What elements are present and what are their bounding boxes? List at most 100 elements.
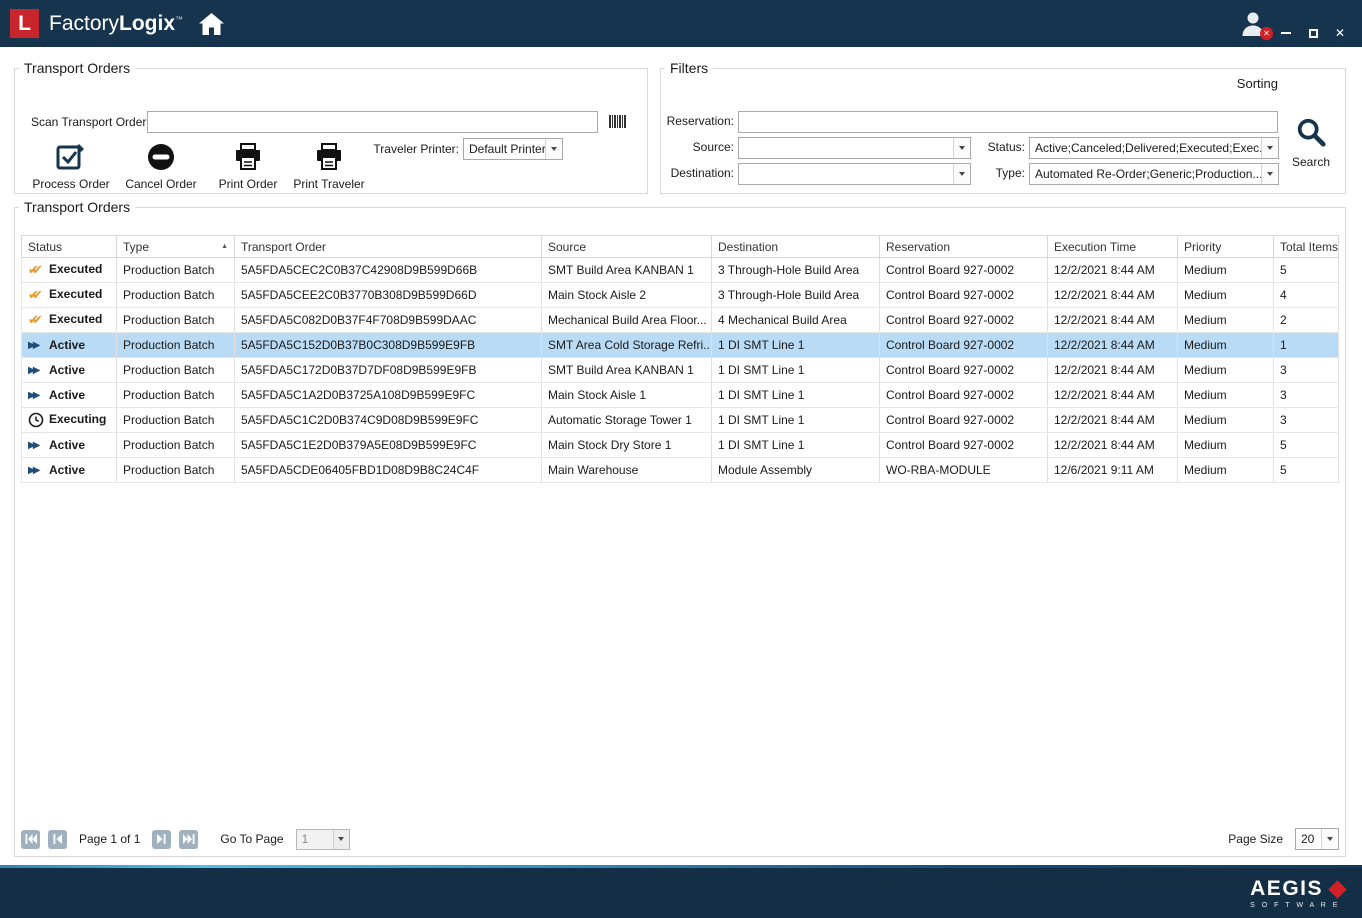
chevron-down-icon bbox=[959, 146, 965, 150]
chevron-down-icon bbox=[1267, 172, 1273, 176]
destination-label: Destination: bbox=[661, 166, 734, 180]
cell-type: Production Batch bbox=[117, 433, 235, 458]
goto-page-input[interactable] bbox=[297, 830, 333, 849]
cell-total-items: 1 bbox=[1274, 333, 1339, 358]
print-traveler-label: Print Traveler bbox=[285, 177, 373, 191]
cell-type: Production Batch bbox=[117, 408, 235, 433]
column-header-execution-time[interactable]: Execution Time bbox=[1048, 236, 1178, 258]
column-header-reservation[interactable]: Reservation bbox=[880, 236, 1048, 258]
logo-logix-text: Logix bbox=[119, 12, 175, 35]
source-label: Source: bbox=[661, 140, 734, 154]
column-header-transport-order[interactable]: Transport Order bbox=[235, 236, 542, 258]
maximize-icon bbox=[1309, 29, 1318, 38]
column-header-type[interactable]: Type▲ bbox=[117, 236, 235, 258]
cell-reservation: Control Board 927-0002 bbox=[880, 383, 1048, 408]
active-arrows-icon: ▶▶ bbox=[28, 340, 49, 351]
cell-total-items: 5 bbox=[1274, 258, 1339, 283]
goto-page-dropdown-button[interactable] bbox=[333, 830, 349, 849]
table-row[interactable]: ▶▶ActiveProduction Batch5A5FDA5C152D0B37… bbox=[22, 333, 1339, 358]
table-header: StatusType▲Transport OrderSourceDestinat… bbox=[22, 236, 1339, 258]
cell-total-items: 5 bbox=[1274, 458, 1339, 483]
table-row[interactable]: ExecutingProduction Batch5A5FDA5C1C2D0B3… bbox=[22, 408, 1339, 433]
cancel-order-button[interactable]: Cancel Order bbox=[117, 140, 205, 191]
sort-ascending-icon: ▲ bbox=[221, 243, 228, 250]
minimize-button[interactable] bbox=[1280, 27, 1292, 39]
cell-transport-order: 5A5FDA5C1C2D0B374C9D08D9B599E9FC bbox=[235, 408, 542, 433]
type-select[interactable]: Automated Re-Order;Generic;Production... bbox=[1029, 163, 1279, 185]
table-row[interactable]: ▶▶ActiveProduction Batch5A5FDA5C1A2D0B37… bbox=[22, 383, 1339, 408]
transport-orders-table-group: Transport Orders StatusType▲Transport Or… bbox=[14, 199, 1346, 857]
first-page-button[interactable] bbox=[21, 830, 40, 849]
cell-execution-time: 12/2/2021 8:44 AM bbox=[1048, 258, 1178, 283]
cell-destination: 3 Through-Hole Build Area bbox=[712, 283, 880, 308]
destination-select[interactable] bbox=[738, 163, 971, 185]
next-page-button[interactable] bbox=[152, 830, 171, 849]
chevron-down-icon bbox=[959, 172, 965, 176]
source-select[interactable] bbox=[738, 137, 971, 159]
home-icon[interactable] bbox=[199, 13, 224, 35]
search-button[interactable]: Search bbox=[1285, 116, 1337, 169]
process-order-button[interactable]: Process Order bbox=[27, 140, 115, 191]
cell-source: Main Stock Aisle 1 bbox=[542, 383, 712, 408]
cell-transport-order: 5A5FDA5C172D0B37D7DF08D9B599E9FB bbox=[235, 358, 542, 383]
cell-source: SMT Build Area KANBAN 1 bbox=[542, 258, 712, 283]
cell-total-items: 4 bbox=[1274, 283, 1339, 308]
cell-total-items: 3 bbox=[1274, 358, 1339, 383]
table-row[interactable]: ▶▶ActiveProduction Batch5A5FDA5C172D0B37… bbox=[22, 358, 1339, 383]
cell-priority: Medium bbox=[1178, 358, 1274, 383]
cell-reservation: WO-RBA-MODULE bbox=[880, 458, 1048, 483]
cell-source: Automatic Storage Tower 1 bbox=[542, 408, 712, 433]
print-traveler-button[interactable]: Print Traveler bbox=[285, 140, 373, 191]
traveler-printer-value: Default Printer bbox=[464, 139, 545, 159]
executed-check-icon: ✔ bbox=[28, 287, 49, 303]
page-size-select[interactable]: 20 bbox=[1295, 828, 1339, 850]
cell-priority: Medium bbox=[1178, 433, 1274, 458]
print-order-button[interactable]: Print Order bbox=[204, 140, 292, 191]
last-page-button[interactable] bbox=[179, 830, 198, 849]
cancel-order-label: Cancel Order bbox=[117, 177, 205, 191]
app-title: FactoryLogix™ bbox=[49, 12, 183, 36]
table-row[interactable]: ▶▶ActiveProduction Batch5A5FDA5C1E2D0B37… bbox=[22, 433, 1339, 458]
table-row[interactable]: ✔ExecutedProduction Batch5A5FDA5CEE2C0B3… bbox=[22, 283, 1339, 308]
table-row[interactable]: ✔ExecutedProduction Batch5A5FDA5CEC2C0B3… bbox=[22, 258, 1339, 283]
cell-type: Production Batch bbox=[117, 358, 235, 383]
titlebar: L FactoryLogix™ ✕ ✕ bbox=[0, 0, 1362, 47]
column-header-status[interactable]: Status bbox=[22, 236, 117, 258]
cell-type: Production Batch bbox=[117, 308, 235, 333]
status-select[interactable]: Active;Canceled;Delivered;Executed;Exec.… bbox=[1029, 137, 1279, 159]
reservation-input[interactable] bbox=[738, 111, 1278, 133]
search-label: Search bbox=[1285, 155, 1337, 169]
scan-transport-order-input[interactable] bbox=[147, 111, 598, 133]
cell-priority: Medium bbox=[1178, 308, 1274, 333]
sorting-label[interactable]: Sorting bbox=[1232, 76, 1283, 92]
cell-type: Production Batch bbox=[117, 333, 235, 358]
table-row[interactable]: ✔ExecutedProduction Batch5A5FDA5C082D0B3… bbox=[22, 308, 1339, 333]
cell-type: Production Batch bbox=[117, 258, 235, 283]
maximize-button[interactable] bbox=[1307, 27, 1319, 39]
column-header-destination[interactable]: Destination bbox=[712, 236, 880, 258]
previous-page-button[interactable] bbox=[48, 830, 67, 849]
last-page-icon bbox=[183, 834, 195, 844]
goto-page-label: Go To Page bbox=[220, 832, 283, 846]
close-button[interactable]: ✕ bbox=[1334, 27, 1346, 39]
print-order-label: Print Order bbox=[204, 177, 292, 191]
cell-status: ▶▶Active bbox=[22, 358, 117, 383]
table-row[interactable]: ▶▶ActiveProduction Batch5A5FDA5CDE06405F… bbox=[22, 458, 1339, 483]
status-value: Active;Canceled;Delivered;Executed;Exec.… bbox=[1030, 138, 1261, 158]
traveler-printer-select[interactable]: Default Printer bbox=[463, 138, 563, 160]
cell-destination: 3 Through-Hole Build Area bbox=[712, 258, 880, 283]
column-header-priority[interactable]: Priority bbox=[1178, 236, 1274, 258]
cell-reservation: Control Board 927-0002 bbox=[880, 408, 1048, 433]
cell-priority: Medium bbox=[1178, 333, 1274, 358]
cell-status: ▶▶Active bbox=[22, 333, 117, 358]
user-status-icon[interactable]: ✕ bbox=[1240, 11, 1268, 37]
process-order-icon bbox=[27, 140, 115, 174]
cell-status: ▶▶Active bbox=[22, 383, 117, 408]
page-size-value: 20 bbox=[1296, 829, 1321, 849]
column-header-source[interactable]: Source bbox=[542, 236, 712, 258]
minimize-icon bbox=[1281, 32, 1291, 34]
active-arrows-icon: ▶▶ bbox=[28, 390, 49, 401]
print-traveler-icon bbox=[285, 140, 373, 174]
column-header-total-items[interactable]: Total Items bbox=[1274, 236, 1339, 258]
app-window: L FactoryLogix™ ✕ ✕ Transport Orders Sca… bbox=[0, 0, 1362, 918]
